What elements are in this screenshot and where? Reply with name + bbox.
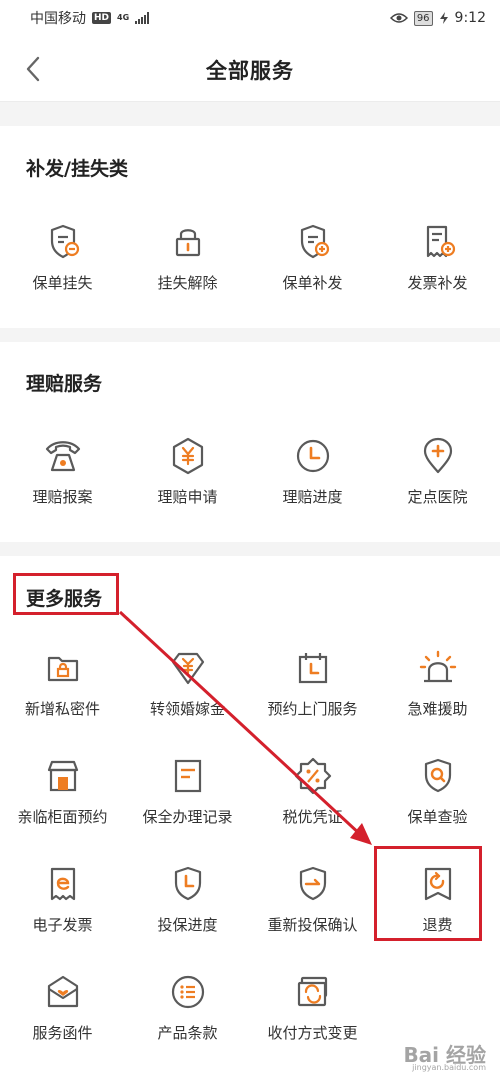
grid-label: 保单查验 (407, 808, 468, 826)
grid-item-e-invoice[interactable]: 电子发票 (0, 864, 125, 935)
grid-item-reapply-confirm[interactable]: 重新投保确认 (250, 864, 375, 935)
list-icon (171, 975, 204, 1009)
calendar-clock-icon (298, 653, 327, 684)
grid-label: 亲临柜面预约 (17, 808, 108, 826)
grid-label: 转领婚嫁金 (149, 700, 225, 718)
clock-icon (296, 439, 329, 473)
grid-item-policy-lost[interactable]: 保单挂失 (0, 222, 125, 293)
section-more-services: 更多服务 新增私密件 转领婚嫁金 预约上门服务 急难援助 亲临柜面预约 保全办理… (0, 556, 500, 1084)
signal-icon (135, 12, 150, 24)
grid-item-unlock-lost[interactable]: 挂失解除 (125, 222, 250, 293)
grid-item-counter-appointment[interactable]: 亲临柜面预约 (0, 756, 125, 827)
grid-item-invoice-reissue[interactable]: 发票补发 (375, 222, 500, 293)
store-icon (47, 760, 78, 792)
carrier-name: 中国移动 (30, 11, 86, 27)
grid-label: 新增私密件 (24, 700, 100, 718)
shield-search-icon (424, 758, 451, 793)
invoice-plus-icon (426, 225, 455, 258)
grid-item-home-service[interactable]: 预约上门服务 (250, 648, 375, 719)
status-left: 中国移动 HD 4G (30, 8, 150, 28)
grid-label: 保单挂失 (32, 274, 93, 292)
letter-heart-icon (47, 975, 78, 1008)
telephone-icon (45, 441, 80, 472)
section-reissue-lost: 补发/挂失类 保单挂失 挂失解除 保单补发 发票补发 (0, 126, 500, 328)
grid-item-payment-change[interactable]: 收付方式变更 (250, 972, 375, 1043)
shield-arrow-icon (299, 866, 326, 901)
grid-label: 理赔报案 (32, 488, 93, 506)
grid-item-service-letter[interactable]: 服务函件 (0, 972, 125, 1043)
grid-item-emergency-aid[interactable]: 急难援助 (375, 648, 500, 719)
grid-label: 理赔进度 (282, 488, 343, 506)
grid-label: 电子发票 (32, 916, 93, 934)
grid-item-application-progress[interactable]: 投保进度 (125, 864, 250, 935)
location-pin-plus-icon (423, 437, 452, 474)
grid-label: 产品条款 (157, 1024, 218, 1042)
private-folder-icon (47, 656, 78, 682)
grid-item-product-terms[interactable]: 产品条款 (125, 972, 250, 1043)
grid-label: 急难援助 (407, 700, 468, 718)
grid-label: 预约上门服务 (267, 700, 358, 718)
grid-label: 重新投保确认 (267, 916, 358, 934)
status-bar: 中国移动 HD 4G 96 9:12 (0, 0, 500, 36)
grid-item-wedding-fund[interactable]: 转领婚嫁金 (125, 648, 250, 719)
tax-percent-badge-icon (294, 757, 331, 795)
policy-shield-plus-icon (300, 224, 329, 259)
grid-label: 定点医院 (407, 488, 468, 506)
padlock-icon (175, 229, 200, 257)
section-title: 理赔服务 (26, 373, 103, 395)
grid-item-claim-apply[interactable]: 理赔申请 (125, 436, 250, 507)
battery-level: 96 (413, 10, 433, 26)
e-invoice-icon (50, 867, 75, 901)
document-record-icon (174, 759, 201, 793)
grid-item-claim-progress[interactable]: 理赔进度 (250, 436, 375, 507)
watermark: Bai 经验 jingyan.baidu.com (403, 1039, 486, 1072)
page-title: 全部服务 (206, 59, 294, 83)
grid-item-claim-report[interactable]: 理赔报案 (0, 436, 125, 507)
yuan-hexagon-icon (172, 437, 203, 475)
grid-item-policy-reissue[interactable]: 保单补发 (250, 222, 375, 293)
grid-label: 服务函件 (32, 1024, 93, 1042)
alarm-light-icon (419, 650, 456, 683)
clock-time: 9:12 (454, 10, 486, 26)
grid-label: 保单补发 (282, 274, 343, 292)
status-right: 96 9:12 (389, 10, 486, 26)
section-title: 补发/挂失类 (26, 158, 128, 180)
grid-item-refund[interactable]: 退费 (375, 864, 500, 935)
grid-label: 退费 (422, 916, 453, 934)
nav-bar: 全部服务 (0, 36, 500, 102)
wedding-yuan-icon (171, 652, 204, 685)
grid-item-designated-hospital[interactable]: 定点医院 (375, 436, 500, 507)
grid-item-preservation-records[interactable]: 保全办理记录 (125, 756, 250, 827)
payment-change-icon (297, 976, 327, 1007)
policy-shield-minus-icon (50, 224, 79, 259)
section-claims: 理赔服务 理赔报案 理赔申请 理赔进度 定点医院 (0, 342, 500, 542)
grid-label: 收付方式变更 (267, 1024, 358, 1042)
grid-label: 保全办理记录 (142, 808, 233, 826)
refund-icon (424, 867, 451, 901)
grid-item-private-file[interactable]: 新增私密件 (0, 648, 125, 719)
grid-item-policy-verify[interactable]: 保单查验 (375, 756, 500, 827)
grid-label: 税优凭证 (282, 808, 343, 826)
section-title: 更多服务 (26, 588, 103, 610)
shield-clock-icon (174, 866, 201, 901)
hd-badge: HD (92, 12, 112, 24)
charging-icon (439, 12, 448, 24)
grid-label: 理赔申请 (157, 488, 218, 506)
grid-label: 挂失解除 (157, 274, 218, 292)
network-type: 4G (117, 13, 130, 22)
grid-item-tax-certificate[interactable]: 税优凭证 (250, 756, 375, 827)
watermark-sub: jingyan.baidu.com (412, 1063, 486, 1072)
grid-label: 发票补发 (407, 274, 468, 292)
eye-comfort-icon (389, 13, 408, 23)
grid-label: 投保进度 (157, 916, 218, 934)
